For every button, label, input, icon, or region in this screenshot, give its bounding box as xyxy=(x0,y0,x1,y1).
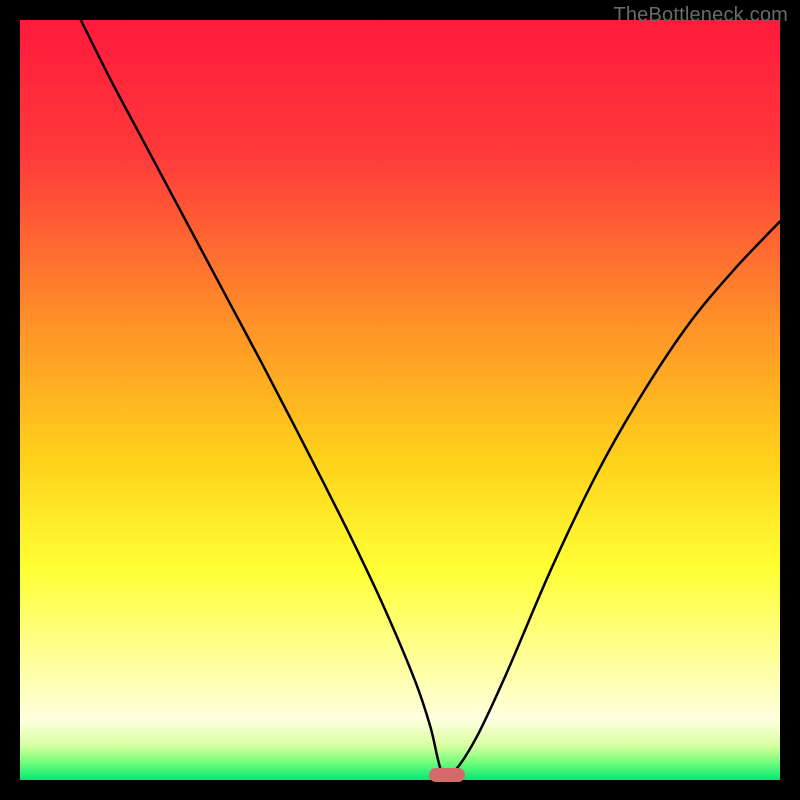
watermark-text: TheBottleneck.com xyxy=(613,4,788,27)
chart-frame: TheBottleneck.com xyxy=(0,0,800,800)
chart-svg xyxy=(20,20,780,780)
minimum-marker xyxy=(429,768,465,782)
plot-area xyxy=(20,20,780,780)
gradient-background xyxy=(20,20,780,780)
